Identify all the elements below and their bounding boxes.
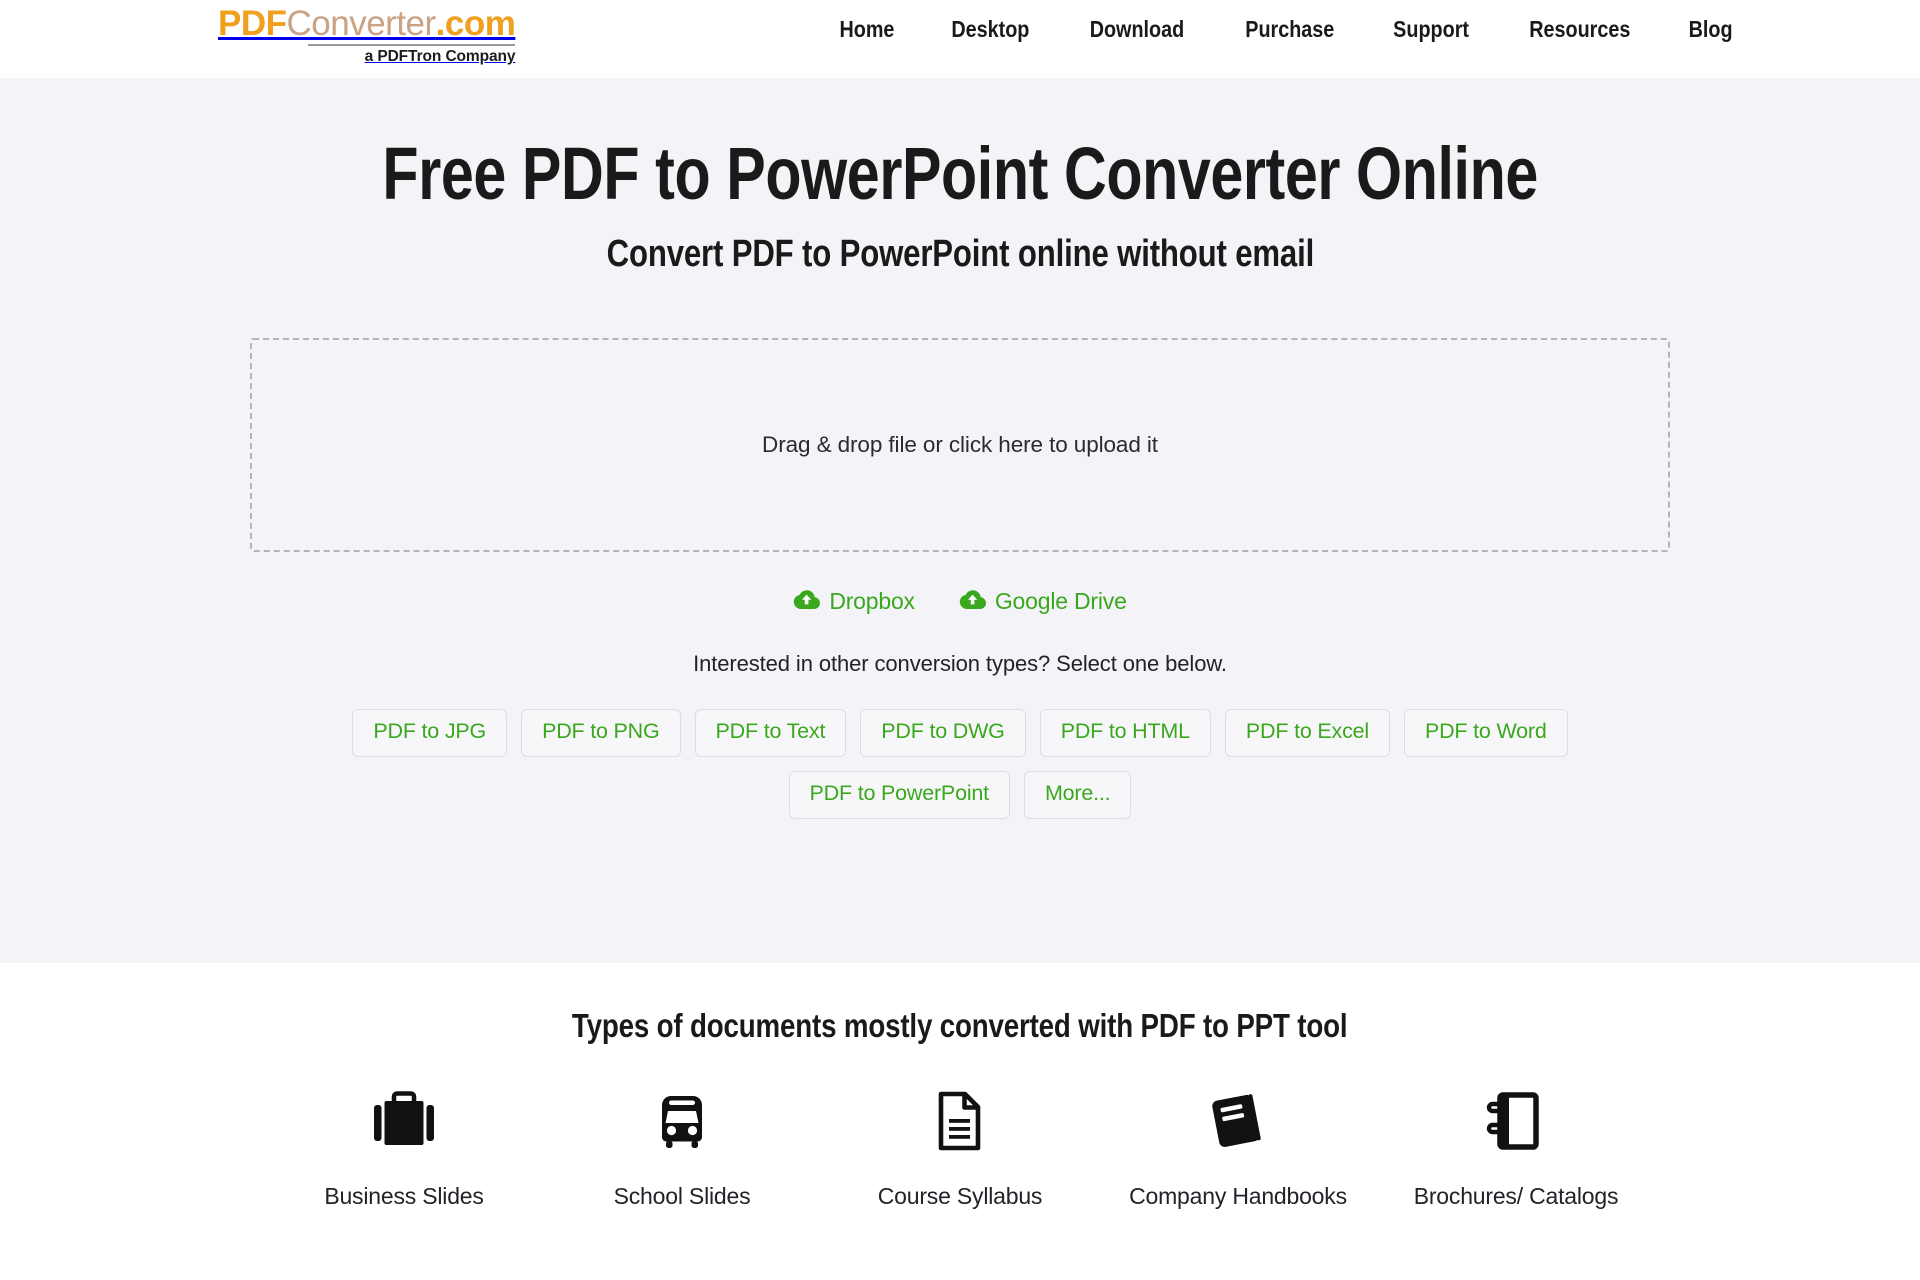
briefcase-icon (371, 1085, 437, 1157)
chip-pdf-to-png[interactable]: PDF to PNG (521, 709, 681, 758)
dropbox-button[interactable]: Dropbox (793, 588, 915, 615)
document-types-heading: Types of documents mostly converted with… (572, 1007, 1348, 1044)
nav-item-download[interactable]: Download (1070, 16, 1204, 43)
doctype-course-syllabus[interactable]: Course Syllabus (821, 1085, 1099, 1210)
cloud-upload-icon (959, 589, 986, 615)
doctype-brochures-catalogs[interactable]: Brochures/ Catalogs (1377, 1085, 1655, 1210)
document-icon (927, 1085, 993, 1157)
chip-more[interactable]: More... (1023, 771, 1132, 819)
nav-item-resources[interactable]: Resources (1510, 16, 1651, 43)
dropzone-label: Drag & drop file or click here to upload… (762, 432, 1158, 458)
spiral-notebook-icon (1483, 1085, 1549, 1157)
document-types-list: Business Slides School Slides Course Syl… (265, 1085, 1655, 1210)
document-types-section: Types of documents mostly converted with… (0, 963, 1920, 1210)
chip-pdf-to-dwg[interactable]: PDF to DWG (860, 709, 1026, 758)
chip-pdf-to-text[interactable]: PDF to Text (694, 709, 847, 758)
bus-icon (649, 1085, 715, 1157)
site-header: PDFConverter.com a PDFTron Company Home … (0, 0, 1920, 78)
chip-pdf-to-jpg[interactable]: PDF to JPG (352, 709, 508, 758)
cloud-upload-icon (793, 589, 821, 615)
doctype-label: Company Handbooks (1129, 1183, 1347, 1209)
main-navigation: Home Desktop Download Purchase Support R… (812, 16, 1759, 43)
file-dropzone[interactable]: Drag & drop file or click here to upload… (250, 338, 1670, 553)
other-conversions-prompt: Interested in other conversion types? Se… (693, 651, 1227, 677)
doctype-label: School Slides (613, 1183, 751, 1209)
dropbox-label: Dropbox (829, 588, 915, 615)
nav-item-support[interactable]: Support (1374, 16, 1489, 43)
google-drive-button[interactable]: Google Drive (959, 588, 1127, 615)
logo-pdf-text: PDF (218, 4, 287, 43)
page-subtitle: Convert PDF to PowerPoint online without… (606, 233, 1314, 276)
cloud-storage-links: Dropbox Google Drive (793, 588, 1127, 615)
logo-divider-rule (308, 44, 516, 46)
logo-converter-text: Converter (286, 4, 437, 43)
doctype-company-handbooks[interactable]: Company Handbooks (1099, 1085, 1377, 1210)
logo-wordmark: PDFConverter.com (218, 4, 516, 43)
book-icon (1205, 1085, 1271, 1157)
doctype-label: Brochures/ Catalogs (1413, 1183, 1619, 1209)
google-drive-label: Google Drive (994, 588, 1127, 615)
conversion-chip-row-1: PDF to JPG PDF to PNG PDF to Text PDF to… (352, 709, 1568, 758)
nav-item-home[interactable]: Home (820, 16, 915, 43)
site-logo[interactable]: PDFConverter.com a PDFTron Company (218, 4, 516, 65)
nav-item-purchase[interactable]: Purchase (1225, 16, 1354, 43)
doctype-label: Business Slides (324, 1183, 484, 1209)
page-title: Free PDF to PowerPoint Converter Online (382, 132, 1538, 215)
chip-pdf-to-excel[interactable]: PDF to Excel (1224, 709, 1390, 758)
hero-section: Free PDF to PowerPoint Converter Online … (0, 78, 1920, 963)
logo-dotcom-text: .com (435, 4, 516, 43)
doctype-school-slides[interactable]: School Slides (543, 1085, 821, 1210)
nav-item-desktop[interactable]: Desktop (931, 16, 1049, 43)
nav-item-blog[interactable]: Blog (1669, 16, 1753, 43)
chip-pdf-to-powerpoint[interactable]: PDF to PowerPoint (788, 771, 1010, 819)
doctype-business-slides[interactable]: Business Slides (265, 1085, 543, 1210)
chip-pdf-to-html[interactable]: PDF to HTML (1039, 709, 1211, 758)
conversion-chip-row-2: PDF to PowerPoint More... (788, 771, 1132, 819)
doctype-label: Course Syllabus (877, 1183, 1043, 1209)
logo-tagline: a PDFTron Company (364, 48, 516, 65)
chip-pdf-to-word[interactable]: PDF to Word (1403, 709, 1568, 758)
